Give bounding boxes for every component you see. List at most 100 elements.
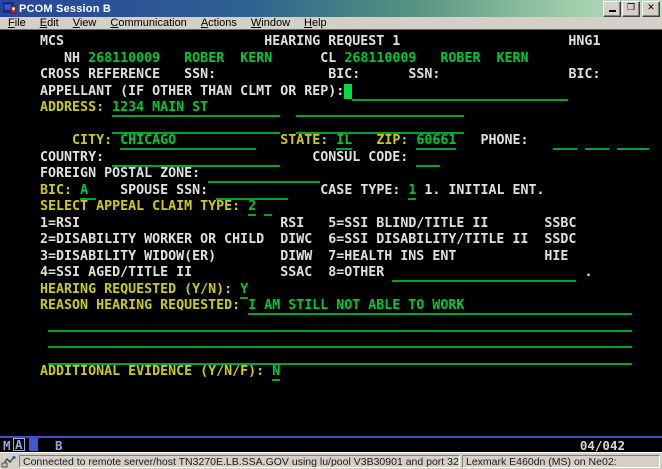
menu-bar: FileEditViewCommunicationActionsWindowHe… xyxy=(0,17,662,30)
terminal-field[interactable]: 2 xyxy=(248,199,256,216)
connection-status-icon xyxy=(1,455,17,468)
minimize-icon xyxy=(609,10,616,12)
terminal-row: 2=DISABILITY WORKER OR CHILD DIWC 6=SSI … xyxy=(8,232,662,249)
terminal-row xyxy=(8,381,662,398)
title-bar[interactable]: PCOM Session B ❐ ✕ xyxy=(0,0,662,17)
terminal-row: HEARING REQUESTED (Y/N): Y xyxy=(8,282,662,299)
terminal-field[interactable] xyxy=(553,133,577,150)
terminal-row: NH 268110009 ROBER KERN CL 268110009 ROB… xyxy=(8,51,662,68)
terminal-area[interactable]: MCS HEARING REQUEST 1 HNG1 NH 268110009 … xyxy=(0,30,662,436)
terminal-text: ROBER xyxy=(440,51,480,66)
terminal-row xyxy=(8,348,662,365)
terminal-row: REASON HEARING REQUESTED: I AM STILL NOT… xyxy=(8,298,662,315)
terminal-text: BIC: xyxy=(328,67,360,82)
terminal-field[interactable]: N xyxy=(272,364,280,381)
terminal-text: COUNTRY: xyxy=(40,150,104,165)
oia-status-block xyxy=(29,438,38,451)
oia-session-id: B xyxy=(55,438,63,453)
terminal-row: COUNTRY: CONSUL CODE: xyxy=(8,150,662,167)
terminal-field[interactable] xyxy=(264,199,272,216)
terminal-row: 1=RSI RSI 5=SSI BLIND/TITLE II SSBC xyxy=(8,216,662,233)
terminal-row: FOREIGN POSTAL ZONE: xyxy=(8,166,662,183)
terminal-field[interactable] xyxy=(208,166,320,183)
terminal-text: CL xyxy=(320,51,336,66)
terminal-field[interactable]: Y xyxy=(240,282,248,299)
terminal-text: CITY: xyxy=(72,133,112,148)
terminal-text: SSAC xyxy=(280,265,312,280)
terminal-text: REASON HEARING REQUESTED: xyxy=(40,298,240,313)
menu-item-edit[interactable]: Edit xyxy=(33,17,66,29)
window-title: PCOM Session B xyxy=(19,3,602,15)
terminal-text: CASE TYPE: xyxy=(320,183,400,198)
terminal-text: HNG1 xyxy=(568,34,600,49)
terminal-field[interactable] xyxy=(48,331,632,348)
terminal-field[interactable] xyxy=(112,117,280,134)
terminal-field[interactable] xyxy=(585,133,609,150)
minimize-button[interactable] xyxy=(603,1,621,17)
terminal-field[interactable] xyxy=(216,183,288,200)
terminal-field[interactable] xyxy=(617,133,649,150)
terminal-field[interactable] xyxy=(48,348,632,365)
menu-item-view[interactable]: View xyxy=(66,17,104,29)
terminal-row: CITY: CHICAGO STATE: IL ZIP: 60661 PHONE… xyxy=(8,133,662,150)
terminal-text: RSI xyxy=(280,216,304,231)
terminal-text: BIC: xyxy=(40,183,72,198)
app-icon[interactable] xyxy=(3,2,16,15)
terminal-text: 8=OTHER xyxy=(328,265,384,280)
terminal-field[interactable]: 60661 xyxy=(416,133,456,150)
terminal-text: DIWC xyxy=(280,232,312,247)
menu-item-file[interactable]: File xyxy=(1,17,33,29)
terminal-text: CROSS REFERENCE xyxy=(40,67,160,82)
terminal-text: ADDITIONAL EVIDENCE (Y/N/F): xyxy=(40,364,264,379)
terminal-row: SELECT APPEAL CLAIM TYPE: 2 xyxy=(8,199,662,216)
terminal-field[interactable]: I AM STILL NOT ABLE TO WORK xyxy=(248,298,632,315)
terminal-text: CONSUL CODE: xyxy=(312,150,408,165)
terminal-text: 6=SSI DISABILITY/TITLE II xyxy=(328,232,528,247)
terminal-text: 4=SSI AGED/TITLE II xyxy=(40,265,192,280)
terminal-text: SELECT APPEAL CLAIM TYPE: xyxy=(40,199,240,214)
terminal-row xyxy=(8,315,662,332)
terminal-text: 7=HEALTH INS ENT xyxy=(328,249,456,264)
oia-row: M A B 04/042 xyxy=(0,438,662,452)
oia-system-indicator: M xyxy=(3,438,11,453)
connection-status-text: Connected to remote server/host TN3270E.… xyxy=(19,455,460,468)
terminal-field[interactable] xyxy=(296,117,464,134)
terminal-field[interactable]: CHICAGO xyxy=(120,133,256,150)
terminal-text: FOREIGN POSTAL ZONE: xyxy=(40,166,200,181)
terminal-row xyxy=(8,397,662,414)
pcom-window: PCOM Session B ❐ ✕ FileEditViewCommunica… xyxy=(0,0,662,469)
terminal-text: SSBC xyxy=(544,216,576,231)
terminal-field[interactable] xyxy=(392,265,576,282)
terminal-field[interactable]: IL xyxy=(336,133,352,150)
restore-button[interactable]: ❐ xyxy=(622,1,640,17)
terminal-field[interactable]: 1 xyxy=(408,183,416,200)
menu-item-window[interactable]: Window xyxy=(244,17,297,29)
terminal-text: KERN xyxy=(496,51,528,66)
menu-item-actions[interactable]: Actions xyxy=(194,17,244,29)
status-bar: Connected to remote server/host TN3270E.… xyxy=(0,452,662,469)
terminal-text: 1=RSI xyxy=(40,216,80,231)
menu-item-communication[interactable]: Communication xyxy=(103,17,193,29)
terminal-text: SSDC xyxy=(544,232,576,247)
terminal-field[interactable]: 1234 MAIN ST xyxy=(112,100,280,117)
menu-item-help[interactable]: Help xyxy=(297,17,334,29)
terminal-field[interactable]: A xyxy=(80,183,96,200)
terminal-field[interactable] xyxy=(416,150,440,167)
terminal-row: 3=DISABILITY WIDOW(ER) DIWW 7=HEALTH INS… xyxy=(8,249,662,266)
terminal-text: ROBER xyxy=(184,51,224,66)
close-button[interactable]: ✕ xyxy=(642,1,660,17)
terminal-text: APPELLANT (IF OTHER THAN CLMT OR REP): xyxy=(40,84,344,99)
terminal-row: ADDITIONAL EVIDENCE (Y/N/F): N xyxy=(8,364,662,381)
terminal-text: HEARING REQUESTED (Y/N): xyxy=(40,282,232,297)
terminal-field[interactable] xyxy=(112,150,280,167)
terminal-text: 268110009 xyxy=(88,51,160,66)
terminal-text: 268110009 xyxy=(344,51,416,66)
terminal-field[interactable] xyxy=(296,100,464,117)
terminal-text: HIE xyxy=(544,249,568,264)
terminal-text: STATE: xyxy=(280,133,328,148)
terminal-screen[interactable]: MCS HEARING REQUEST 1 HNG1 NH 268110009 … xyxy=(0,30,662,430)
terminal-text: SPOUSE SSN: xyxy=(120,183,208,198)
terminal-field[interactable] xyxy=(352,84,568,101)
terminal-row xyxy=(8,117,662,134)
terminal-field[interactable] xyxy=(48,315,632,332)
